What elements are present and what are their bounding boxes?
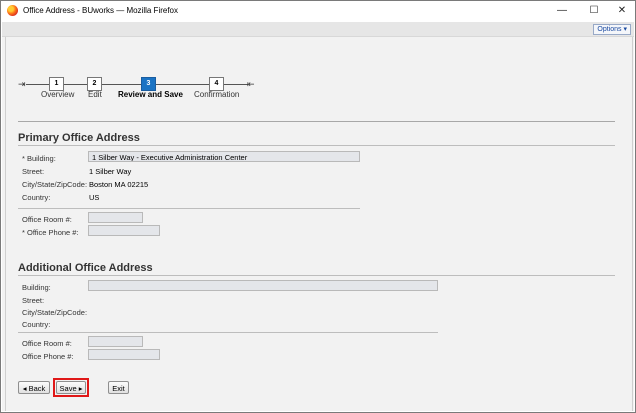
additional-city-label: City/State/ZipCode: [22,308,88,317]
close-button[interactable]: ✕ [607,1,636,21]
primary-city-value: Boston MA 02215 [89,180,149,189]
primary-street-label: Street: [22,167,45,176]
browser-window: Office Address - BUworks — Mozilla Firef… [0,0,636,413]
primary-fields-rule [18,208,360,209]
additional-building-label: Building: [22,283,51,292]
primary-section-rule [18,145,615,146]
exit-button[interactable]: Exit [108,381,129,394]
primary-building-field[interactable]: 1 Silber Way - Executive Administration … [88,151,360,162]
stepper-start-icon: ⇥ [18,79,26,89]
additional-room-field[interactable] [88,336,143,347]
save-button[interactable]: Save ▸ [56,381,86,394]
stepper-end-icon: ⇤ [247,79,255,89]
additional-fields-rule [18,332,438,333]
primary-country-label: Country: [22,193,51,202]
additional-room-label: Office Room #: [22,339,72,348]
primary-room-field[interactable] [88,212,143,223]
firefox-icon [7,5,18,16]
step-2-number[interactable]: 2 [87,77,102,91]
primary-street-value: 1 Silber Way [89,167,132,176]
primary-building-label: * Building: [22,154,56,163]
step-4-number[interactable]: 4 [209,77,224,91]
step-2-label[interactable]: Edit [88,90,102,99]
window-title: Office Address - BUworks — Mozilla Firef… [23,6,179,15]
additional-building-field[interactable] [88,280,438,291]
primary-city-label: City/State/ZipCode: [22,180,88,189]
additional-phone-label: Office Phone #: [22,352,74,361]
form-panel: ⇥ 1 2 3 4 ⇤ Overview Edit Review and Sav… [5,37,633,411]
additional-section-title: Additional Office Address [18,262,153,274]
back-button[interactable]: ◂ Back [18,381,50,394]
additional-country-label: Country: [22,320,51,329]
additional-phone-field[interactable] [88,349,160,360]
primary-section-title: Primary Office Address [18,132,140,144]
additional-section-rule [18,275,615,276]
title-bar: Office Address - BUworks — Mozilla Firef… [1,1,635,21]
step-3-number[interactable]: 3 [141,77,156,91]
primary-phone-label: * Office Phone #: [22,228,79,237]
step-1-number[interactable]: 1 [49,77,64,91]
step-3-label[interactable]: Review and Save [118,90,183,99]
primary-country-value: US [89,193,100,202]
divider [18,121,615,122]
maximize-button[interactable]: ☐ [579,1,609,21]
step-1-label[interactable]: Overview [41,90,74,99]
options-bar: Options ▾ [2,22,634,37]
primary-room-label: Office Room #: [22,215,72,224]
primary-phone-field[interactable] [88,225,160,236]
minimize-button[interactable]: — [547,1,577,21]
options-button[interactable]: Options ▾ [593,24,631,35]
additional-street-label: Street: [22,296,45,305]
page-content: Options ▾ ⇥ 1 2 3 4 ⇤ Overview Edit Revi… [2,22,634,411]
step-4-label[interactable]: Confirmation [194,90,239,99]
